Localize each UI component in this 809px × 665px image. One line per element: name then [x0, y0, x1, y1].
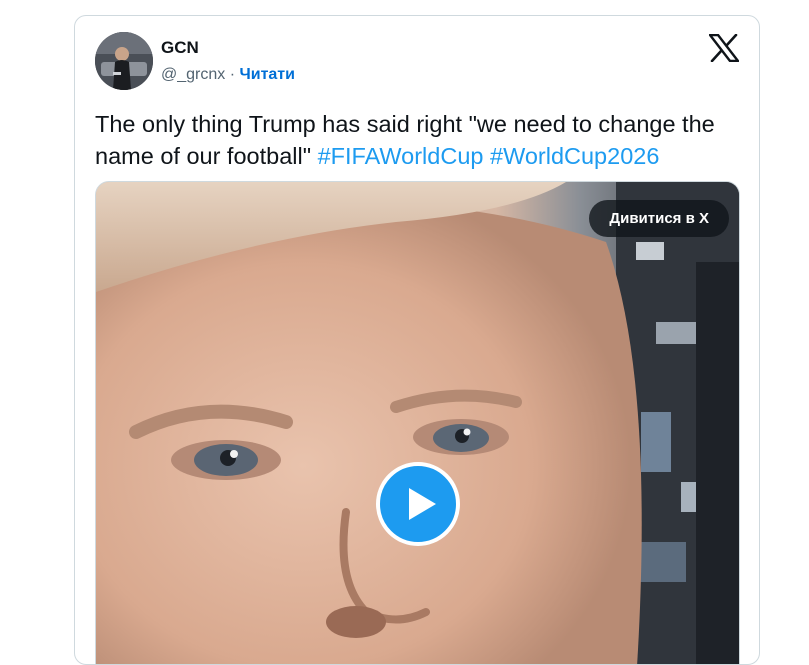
video-media[interactable]: Дивитися в X [95, 181, 740, 664]
avatar-photo [95, 32, 153, 90]
video-thumbnail [96, 182, 739, 664]
hashtag-worldcup2026[interactable]: #WorldCup2026 [490, 143, 659, 169]
follow-link[interactable]: Читати [239, 66, 294, 83]
author-avatar[interactable] [95, 32, 153, 90]
author-name[interactable]: GCN [161, 38, 199, 58]
author-handle[interactable]: @_grcnx [161, 66, 225, 83]
play-icon[interactable] [376, 462, 460, 546]
hashtag-fifaworldcup[interactable]: #FIFAWorldCup [318, 143, 484, 169]
meta-separator: · [225, 66, 240, 83]
author-meta: @_grcnx · Читати [161, 66, 295, 84]
tweet-embed-card[interactable]: GCN @_grcnx · Читати The only thing Trum… [74, 15, 760, 665]
watch-on-x-button[interactable]: Дивитися в X [589, 200, 729, 237]
tweet-text: The only thing Trump has said right "we … [95, 108, 745, 172]
x-logo-icon[interactable] [708, 33, 740, 63]
